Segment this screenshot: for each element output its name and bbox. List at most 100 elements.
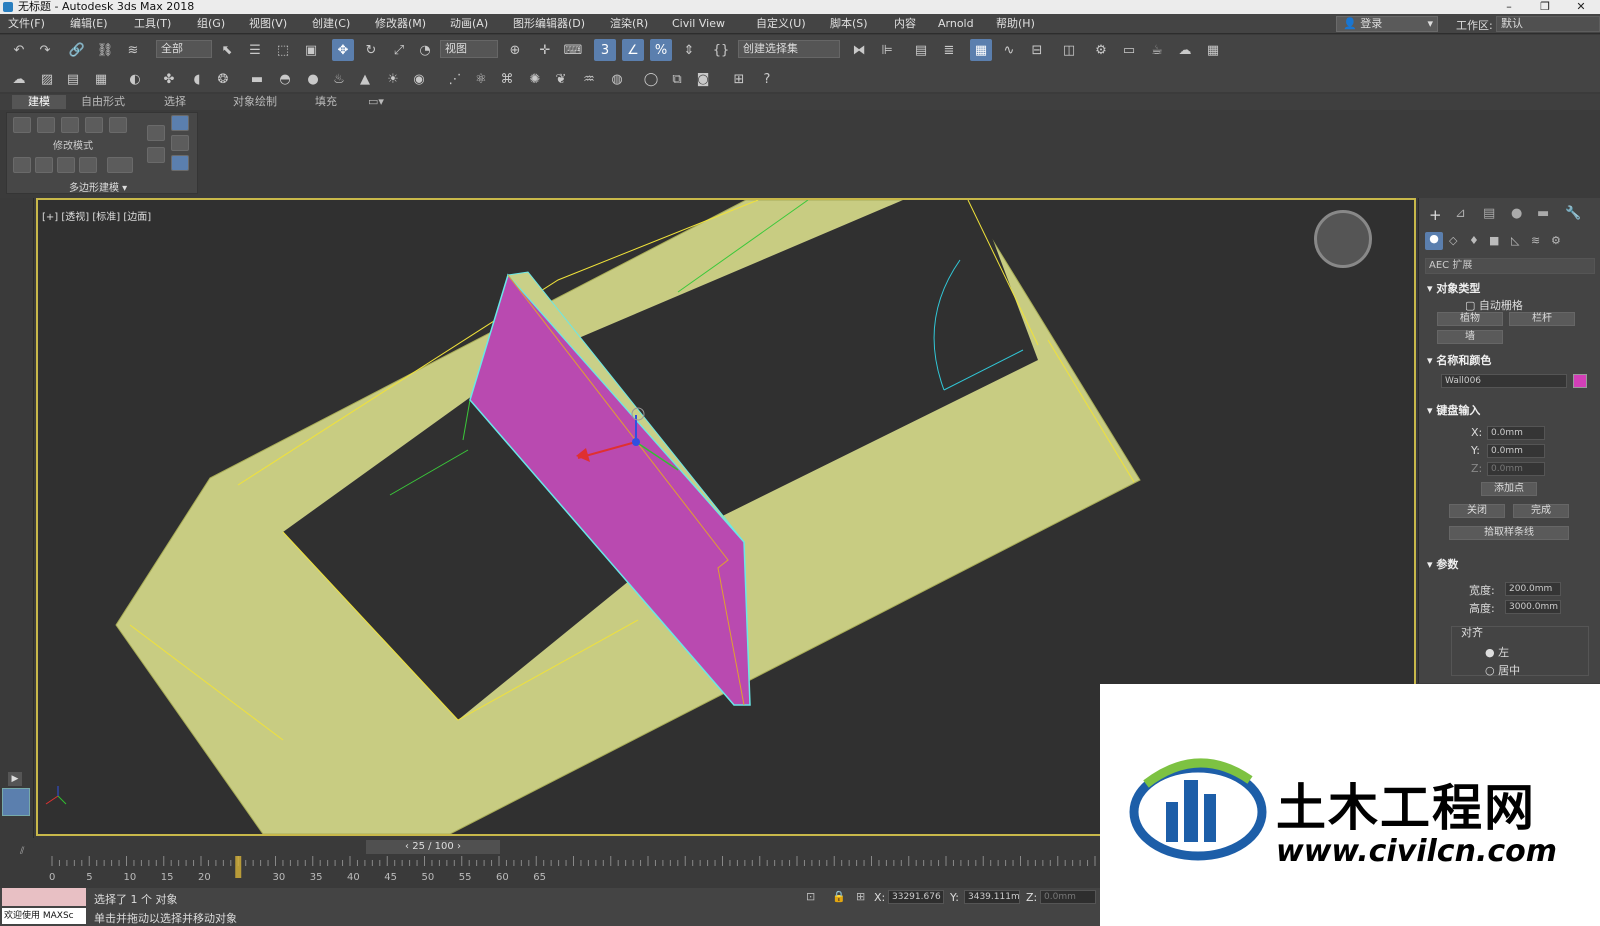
z-input[interactable]: 0.0mm bbox=[1487, 462, 1545, 476]
mode-btn-4[interactable] bbox=[79, 157, 97, 173]
quick-render-icon[interactable]: ⧉ bbox=[666, 68, 688, 90]
finish-button[interactable]: 完成 bbox=[1513, 504, 1569, 518]
hemisphere-icon[interactable]: ◓ bbox=[274, 68, 296, 90]
lock-selection-icon[interactable]: 🔒 bbox=[832, 890, 846, 903]
ribbon-side-btn-1[interactable] bbox=[147, 125, 165, 141]
light-icon[interactable]: ◐ bbox=[124, 68, 146, 90]
menu-file[interactable]: 文件(F) bbox=[8, 16, 45, 32]
keyboard-shortcut-icon[interactable]: ⌨ bbox=[562, 39, 584, 61]
rotate-icon[interactable]: ↻ bbox=[360, 39, 382, 61]
border-mode-icon[interactable] bbox=[61, 117, 79, 133]
menu-tools[interactable]: 工具(T) bbox=[134, 16, 171, 32]
document-icon[interactable]: ▤ bbox=[62, 68, 84, 90]
rollout-parameters[interactable]: ▾ 参数 bbox=[1427, 556, 1458, 572]
curve-editor-icon[interactable]: ∿ bbox=[998, 39, 1020, 61]
edit-named-sets-icon[interactable]: {} bbox=[710, 39, 732, 61]
workspace-dropdown[interactable]: 默认 bbox=[1496, 16, 1600, 32]
schematic-view-icon[interactable]: ⊟ bbox=[1026, 39, 1048, 61]
viewport-settings-icon[interactable]: ⊞ bbox=[728, 68, 750, 90]
grid-icon[interactable]: ▦ bbox=[90, 68, 112, 90]
menu-animation[interactable]: 动画(A) bbox=[450, 16, 488, 32]
height-input[interactable]: 3000.0mm bbox=[1505, 600, 1561, 614]
render-cloud-icon[interactable]: ☁ bbox=[1174, 39, 1196, 61]
isolate-icon[interactable]: ⊡ bbox=[806, 890, 815, 903]
image-icon[interactable]: ▨ bbox=[36, 68, 58, 90]
restore-button[interactable]: ❐ bbox=[1530, 0, 1560, 14]
mode-btn-2[interactable] bbox=[35, 157, 53, 173]
particles-icon[interactable]: ❂ bbox=[212, 68, 234, 90]
ref-coord-dropdown[interactable]: 视图 bbox=[440, 40, 498, 58]
hair-icon[interactable]: ⋰ bbox=[444, 68, 466, 90]
move-icon[interactable]: ✥ bbox=[332, 39, 354, 61]
polygon-mode-icon[interactable] bbox=[85, 117, 103, 133]
viewport-label[interactable]: [+] [透视] [标准] [边面] bbox=[42, 208, 151, 223]
align-icon[interactable]: ⊫ bbox=[876, 39, 898, 61]
percent-snap-icon[interactable]: % bbox=[650, 39, 672, 61]
menu-customize[interactable]: 自定义(U) bbox=[756, 16, 806, 32]
spinner-snap-icon[interactable]: ⇕ bbox=[678, 39, 700, 61]
autogrid-checkbox[interactable]: ▢ 自动栅格 bbox=[1465, 297, 1523, 313]
help-icon[interactable]: ? bbox=[756, 68, 778, 90]
torus-icon[interactable]: ◉ bbox=[408, 68, 430, 90]
menu-scripting[interactable]: 脚本(S) bbox=[830, 16, 868, 32]
mode-btn-5[interactable] bbox=[107, 157, 133, 173]
mirror-icon[interactable]: ⧓ bbox=[848, 39, 870, 61]
modify-tab-icon[interactable]: ⊿ bbox=[1455, 206, 1466, 221]
rollout-object-type[interactable]: ▾ 对象类型 bbox=[1427, 280, 1480, 296]
tab-modeling[interactable]: 建模 bbox=[12, 95, 66, 109]
scale-icon[interactable]: ⤢ bbox=[388, 39, 410, 61]
selection-filter-dropdown[interactable]: 全部 bbox=[156, 40, 212, 58]
teapot-icon[interactable]: ♨ bbox=[328, 68, 350, 90]
time-slider[interactable]: ‹ 25 / 100 › bbox=[366, 840, 500, 854]
plane-icon[interactable]: ▬ bbox=[246, 68, 268, 90]
ribbon-options-icon[interactable]: ▭▾ bbox=[364, 95, 388, 109]
menu-arnold[interactable]: Arnold bbox=[938, 16, 974, 32]
ribbon-side-btn-5[interactable] bbox=[171, 155, 189, 171]
cloth-icon[interactable]: ⌘ bbox=[496, 68, 518, 90]
named-selection-dropdown[interactable]: 创建选择集 bbox=[738, 40, 840, 58]
select-object-icon[interactable]: ⬉ bbox=[216, 39, 238, 61]
justify-center-radio[interactable]: ○ 居中 bbox=[1485, 662, 1520, 678]
railing-button[interactable]: 栏杆 bbox=[1509, 312, 1575, 326]
object-name-field[interactable]: Wall006 bbox=[1441, 374, 1567, 388]
lights-icon[interactable]: ♦ bbox=[1469, 234, 1479, 247]
mode-btn-3[interactable] bbox=[57, 157, 75, 173]
layers-icon[interactable]: ≣ bbox=[938, 39, 960, 61]
element-mode-icon[interactable] bbox=[109, 117, 127, 133]
rollout-keyboard-entry[interactable]: ▾ 键盘输入 bbox=[1427, 402, 1480, 418]
shapes-icon[interactable]: ◇ bbox=[1449, 234, 1457, 247]
menu-graph-editors[interactable]: 图形编辑器(D) bbox=[513, 16, 585, 32]
globe-icon[interactable]: ✺ bbox=[524, 68, 546, 90]
viewport-layout-icon[interactable] bbox=[2, 788, 30, 816]
rect-selection-icon[interactable]: ⬚ bbox=[272, 39, 294, 61]
viewcube-icon[interactable] bbox=[1314, 210, 1372, 268]
menu-edit[interactable]: 编辑(E) bbox=[70, 16, 108, 32]
menu-modifiers[interactable]: 修改器(M) bbox=[375, 16, 426, 32]
menu-help[interactable]: 帮助(H) bbox=[996, 16, 1035, 32]
layer-explorer-icon[interactable]: ▤ bbox=[910, 39, 932, 61]
link-icon[interactable]: 🔗 bbox=[66, 39, 88, 61]
maxscript-listener[interactable] bbox=[2, 888, 86, 906]
ribbon-toggle-icon[interactable]: ▦ bbox=[970, 39, 992, 61]
mode-btn-1[interactable] bbox=[13, 157, 31, 173]
cameras-icon[interactable]: ■ bbox=[1489, 234, 1499, 247]
utilities-tab-icon[interactable]: 🔧 bbox=[1565, 206, 1581, 221]
menu-rendering[interactable]: 渲染(R) bbox=[610, 16, 648, 32]
minimize-button[interactable]: – bbox=[1494, 0, 1524, 14]
select-by-name-icon[interactable]: ☰ bbox=[244, 39, 266, 61]
pick-spline-button[interactable]: 拾取样条线 bbox=[1449, 526, 1569, 540]
login-dropdown[interactable]: 👤 登录 ▾ bbox=[1336, 16, 1438, 32]
motion-tab-icon[interactable]: ● bbox=[1511, 206, 1522, 221]
play-icon[interactable]: ▶ bbox=[8, 772, 22, 786]
manipulate-icon[interactable]: ✛ bbox=[534, 39, 556, 61]
redo-icon[interactable]: ↷ bbox=[34, 39, 56, 61]
timeline[interactable]: ‹ 25 / 100 › ⫽ 0 5 10 15 20 30 35 40 45 50 55 60 65 bbox=[0, 838, 1110, 888]
menu-group[interactable]: 组(G) bbox=[197, 16, 225, 32]
close-button[interactable]: ✕ bbox=[1566, 0, 1596, 14]
absolute-mode-icon[interactable]: ⊞ bbox=[856, 890, 865, 903]
material-editor-icon[interactable]: ◫ bbox=[1058, 39, 1080, 61]
close-button[interactable]: 关闭 bbox=[1449, 504, 1505, 518]
render-setup-icon[interactable]: ⚙ bbox=[1090, 39, 1112, 61]
menu-view[interactable]: 视图(V) bbox=[249, 16, 287, 32]
maxscript-input[interactable]: 欢迎使用 MAXSc bbox=[2, 908, 86, 924]
